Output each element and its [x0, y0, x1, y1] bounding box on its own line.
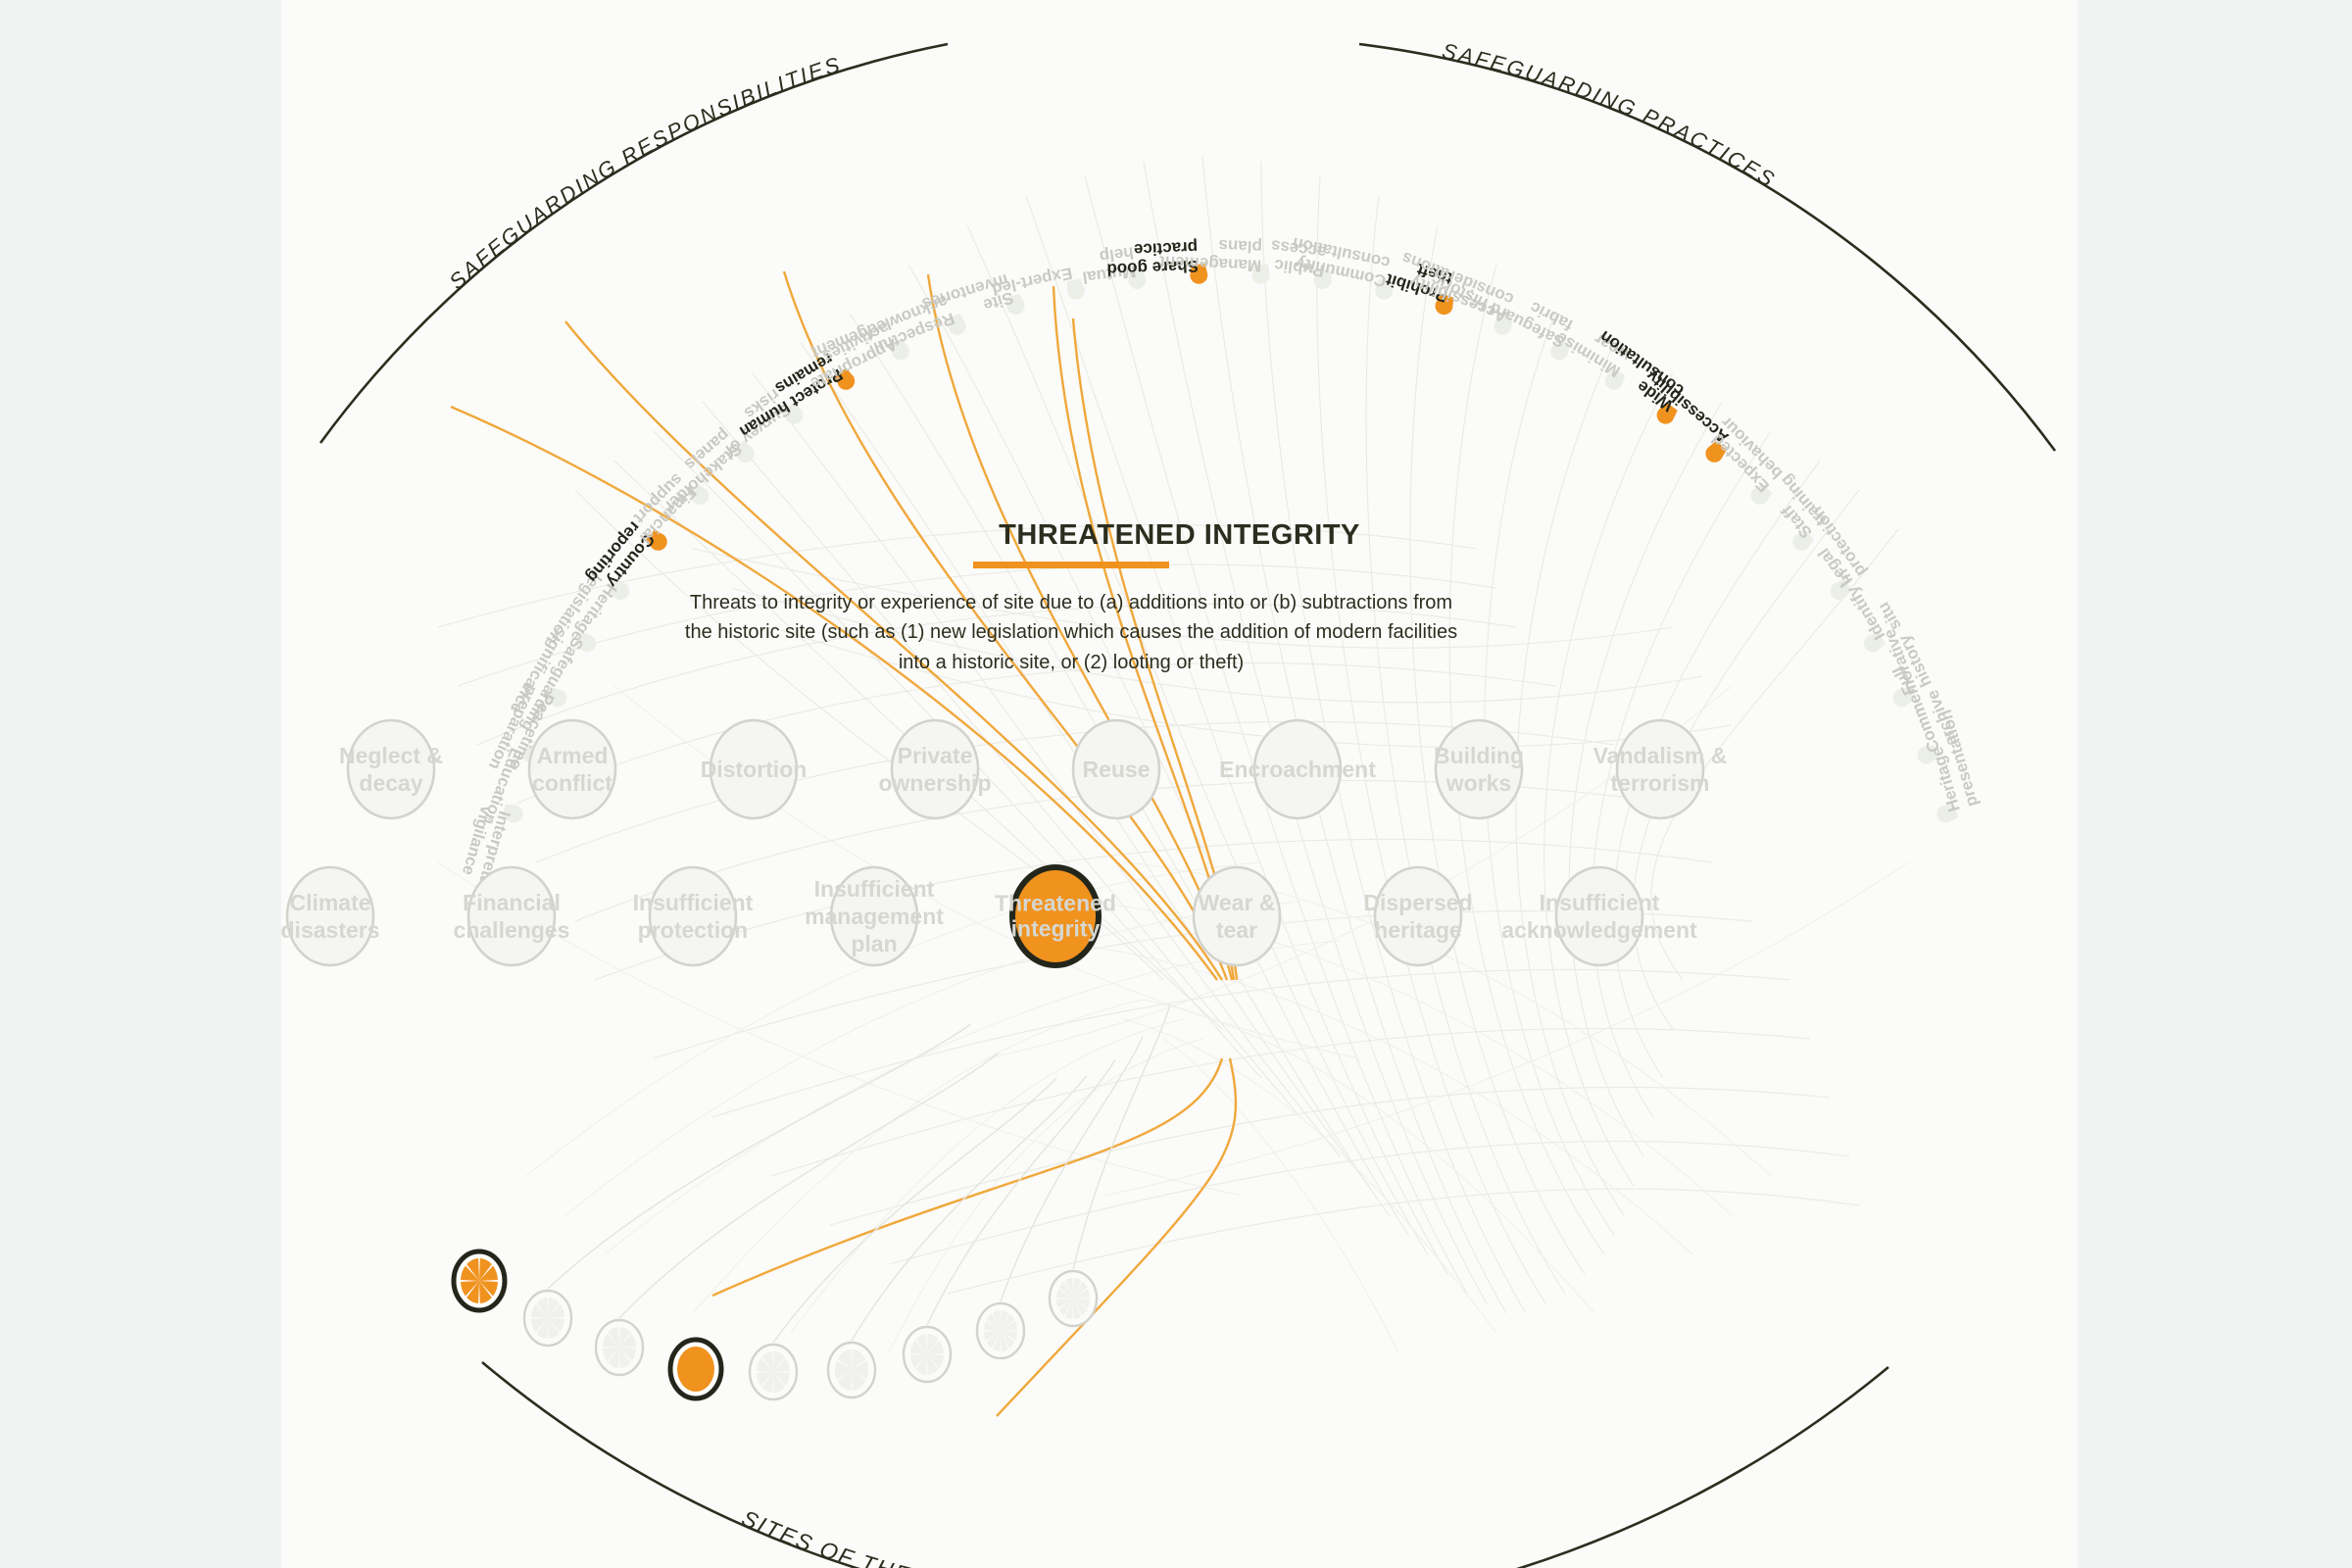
arc-label-responsibilities: SAFEGUARDING RESPONSIBILITIES — [444, 52, 844, 294]
arc-label-practices: SAFEGUARDING PRACTICES — [1440, 38, 1780, 192]
threat-node[interactable]: Wear & tear — [1192, 865, 1282, 967]
threat-node[interactable]: Climate disasters — [281, 865, 380, 967]
threat-node[interactable]: Insufficient protection — [633, 865, 754, 967]
threat-node[interactable]: Threatened integrity — [995, 864, 1116, 968]
threat-node[interactable]: Vandalism & terrorism — [1593, 718, 1728, 820]
threat-node[interactable]: Building works — [1434, 718, 1524, 820]
site-node[interactable] — [1048, 1269, 1099, 1328]
arc-label-sites: SITES OF THE HOLOCAUST AND GENOCIDE OF T… — [738, 1505, 1468, 1568]
threat-node[interactable]: Insufficient acknowledgement — [1501, 865, 1697, 967]
infographic-stage: SAFEGUARDING RESPONSIBILITIES SAFEGUARDI… — [0, 0, 2352, 1568]
threat-node-label: Encroachment — [1219, 757, 1376, 782]
threat-node-label: Distortion — [701, 757, 808, 782]
canvas-area: SAFEGUARDING RESPONSIBILITIES SAFEGUARDI… — [281, 0, 2078, 1568]
threat-node[interactable]: Distortion — [701, 718, 808, 820]
threat-node[interactable]: Reuse — [1071, 718, 1161, 820]
threat-node[interactable]: Private ownership — [878, 718, 992, 820]
threat-node[interactable]: Financial challenges — [454, 865, 570, 967]
threat-node-label: Threatened integrity — [995, 890, 1116, 941]
site-node[interactable] — [522, 1289, 573, 1348]
threat-node-label: Reuse — [1082, 757, 1150, 782]
page-title: THREATENED INTEGRITY — [999, 519, 1360, 551]
site-node[interactable] — [826, 1341, 877, 1399]
site-node[interactable] — [902, 1325, 953, 1384]
arc-line-top-right — [1358, 42, 2057, 452]
network-diagram-svg: SAFEGUARDING RESPONSIBILITIES SAFEGUARDI… — [281, 38, 2057, 1568]
spoke-label[interactable]: Communityconsultation — [1287, 233, 1392, 290]
site-node[interactable] — [667, 1337, 724, 1401]
spoke-markers: InterpretativevigilanceEducationPeacetim… — [459, 233, 1982, 915]
title-underline — [973, 562, 1169, 568]
site-node[interactable] — [451, 1249, 508, 1313]
spoke-label[interactable]: Expert-led — [991, 264, 1074, 299]
site-node[interactable] — [748, 1343, 799, 1401]
site-node[interactable] — [975, 1301, 1026, 1360]
center-description: Threats to integrity or experience of si… — [684, 592, 1458, 673]
threat-node[interactable]: Armed conflict — [527, 718, 617, 820]
threat-nodes-row-2: Climate disasters Financial challenges Insuf… — [281, 864, 1697, 968]
threat-node[interactable]: Neglect & decay — [339, 718, 443, 820]
threat-nodes-row-1: Neglect & decay Armed conflict Distortion Pri… — [339, 718, 1728, 820]
threat-node-label: Insufficient management plan — [805, 876, 944, 956]
site-node[interactable] — [594, 1318, 645, 1377]
site-nodes — [451, 1249, 1099, 1401]
threat-node[interactable]: Insufficient management plan — [805, 865, 944, 967]
